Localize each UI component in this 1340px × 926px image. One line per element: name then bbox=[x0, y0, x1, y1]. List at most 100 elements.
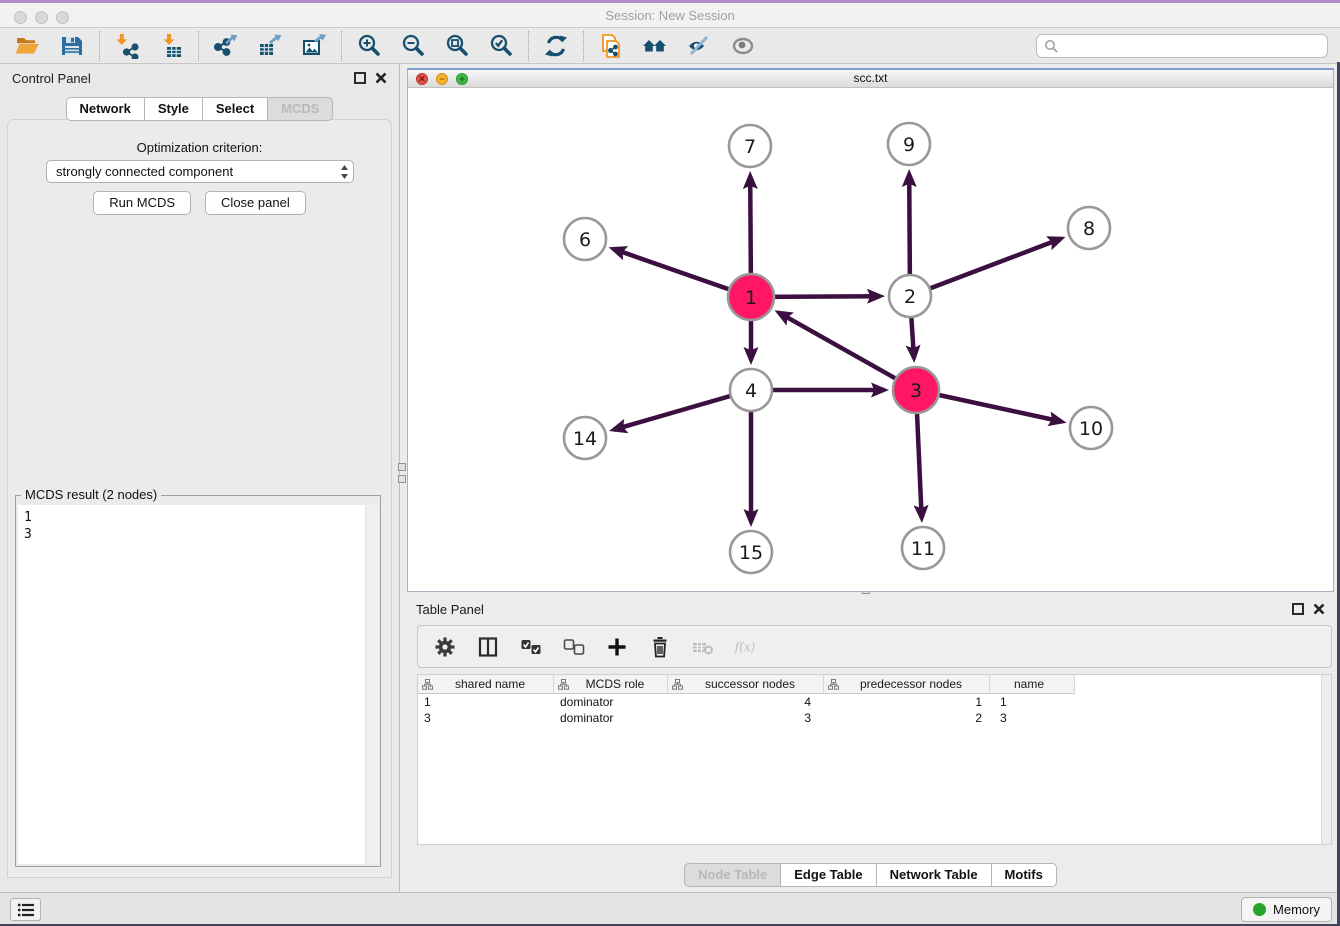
graph-node-11[interactable]: 11 bbox=[902, 527, 944, 569]
result-scrollbar[interactable] bbox=[365, 505, 378, 864]
graph-node-6[interactable]: 6 bbox=[564, 218, 606, 260]
export-network-icon[interactable] bbox=[212, 32, 240, 60]
cell-name[interactable]: 3 bbox=[990, 710, 1075, 726]
refresh-layout-icon[interactable] bbox=[542, 32, 570, 60]
column-header-shared-name[interactable]: shared name bbox=[418, 675, 554, 694]
open-session-icon[interactable] bbox=[14, 32, 42, 60]
svg-text:10: 10 bbox=[1079, 418, 1103, 440]
criterion-dropdown[interactable]: strongly connected component bbox=[46, 160, 354, 183]
search-box[interactable] bbox=[1036, 34, 1328, 58]
import-network-icon[interactable] bbox=[113, 32, 141, 60]
save-session-icon[interactable] bbox=[58, 32, 86, 60]
table-tabs: Node Table Edge Table Network Table Moti… bbox=[407, 863, 1334, 887]
tab-network[interactable]: Network bbox=[66, 97, 145, 121]
close-panel-icon[interactable] bbox=[1313, 603, 1325, 615]
cell-mcds-role[interactable]: dominator bbox=[554, 694, 668, 710]
cell-predecessor-nodes[interactable]: 1 bbox=[824, 694, 990, 710]
float-panel-icon[interactable] bbox=[354, 72, 366, 84]
column-header-name[interactable]: name bbox=[990, 675, 1075, 694]
cell-shared-name[interactable]: 3 bbox=[418, 710, 554, 726]
table-row[interactable]: 1 dominator 4 1 1 bbox=[418, 694, 1331, 710]
import-table-icon[interactable] bbox=[157, 32, 185, 60]
tab-network-table[interactable]: Network Table bbox=[877, 863, 992, 887]
cell-shared-name[interactable]: 1 bbox=[418, 694, 554, 710]
graph-node-4[interactable]: 4 bbox=[730, 369, 772, 411]
zoom-fit-icon[interactable] bbox=[443, 32, 471, 60]
float-panel-icon[interactable] bbox=[1292, 603, 1304, 615]
cell-name[interactable]: 1 bbox=[990, 694, 1075, 710]
deselect-all-icon[interactable] bbox=[562, 635, 586, 659]
graph-edge-2-8[interactable] bbox=[910, 239, 1061, 296]
memory-button[interactable]: Memory bbox=[1241, 897, 1332, 922]
column-header-mcds-role[interactable]: MCDS role bbox=[554, 675, 668, 694]
control-panel-tabs: Network Style Select MCDS bbox=[0, 97, 399, 121]
clone-network-icon[interactable] bbox=[597, 32, 625, 60]
node-table: shared name MCDS role successor nodes pr… bbox=[417, 674, 1332, 845]
window-titlebar: Session: New Session bbox=[0, 0, 1340, 28]
tab-select[interactable]: Select bbox=[203, 97, 268, 121]
search-icon bbox=[1044, 39, 1058, 53]
table-scrollbar[interactable] bbox=[1321, 675, 1331, 844]
show-eye-icon[interactable] bbox=[729, 32, 757, 60]
svg-text:3: 3 bbox=[910, 380, 922, 402]
column-header-successor-nodes[interactable]: successor nodes bbox=[668, 675, 824, 694]
graph-node-1[interactable]: 1 bbox=[728, 274, 774, 320]
network-minimize-button[interactable]: − bbox=[436, 73, 448, 85]
graph-node-3[interactable]: 3 bbox=[893, 367, 939, 413]
export-image-icon[interactable] bbox=[300, 32, 328, 60]
mcds-result-box: MCDS result (2 nodes) 1 3 bbox=[15, 495, 381, 867]
table-row[interactable]: 3 dominator 3 2 3 bbox=[418, 710, 1331, 726]
tab-mcds[interactable]: MCDS bbox=[268, 97, 333, 121]
zoom-out-icon[interactable] bbox=[399, 32, 427, 60]
tab-style[interactable]: Style bbox=[145, 97, 203, 121]
select-all-icon[interactable] bbox=[519, 635, 543, 659]
graph-node-10[interactable]: 10 bbox=[1070, 407, 1112, 449]
task-history-button[interactable] bbox=[10, 898, 41, 921]
column-header-predecessor-nodes[interactable]: predecessor nodes bbox=[824, 675, 990, 694]
tab-node-table[interactable]: Node Table bbox=[684, 863, 781, 887]
vertical-splitter-grip[interactable] bbox=[398, 463, 406, 471]
cell-successor-nodes[interactable]: 4 bbox=[668, 694, 824, 710]
table-panel-title: Table Panel bbox=[416, 602, 484, 617]
gear-icon[interactable] bbox=[433, 635, 457, 659]
network-canvas[interactable]: 7 9 6 8 1 2 4 3 14 10 15 11 bbox=[408, 88, 1333, 592]
graph-node-14[interactable]: 14 bbox=[564, 417, 606, 459]
svg-text:1: 1 bbox=[745, 287, 757, 309]
close-panel-icon[interactable] bbox=[375, 72, 387, 84]
cell-predecessor-nodes[interactable]: 2 bbox=[824, 710, 990, 726]
cell-successor-nodes[interactable]: 3 bbox=[668, 710, 824, 726]
main-toolbar bbox=[0, 28, 1340, 64]
run-mcds-button[interactable]: Run MCDS bbox=[93, 191, 191, 215]
control-panel: Control Panel Network Style Select MCDS … bbox=[0, 64, 400, 892]
vertical-splitter-grip[interactable] bbox=[398, 475, 406, 483]
graph-node-8[interactable]: 8 bbox=[1068, 207, 1110, 249]
svg-text:6: 6 bbox=[579, 229, 591, 251]
search-input[interactable] bbox=[1063, 37, 1320, 54]
split-column-icon[interactable] bbox=[476, 635, 500, 659]
optimization-criterion-label: Optimization criterion: bbox=[8, 140, 391, 155]
svg-text:11: 11 bbox=[911, 538, 935, 560]
cell-mcds-role[interactable]: dominator bbox=[554, 710, 668, 726]
network-window-titlebar[interactable]: ✕ − + scc.txt bbox=[408, 70, 1333, 88]
delete-icon[interactable] bbox=[648, 635, 672, 659]
column-edit-icon bbox=[422, 679, 433, 690]
svg-text:14: 14 bbox=[573, 428, 597, 450]
network-zoom-button[interactable]: + bbox=[456, 73, 468, 85]
tab-edge-table[interactable]: Edge Table bbox=[781, 863, 876, 887]
zoom-selected-icon[interactable] bbox=[487, 32, 515, 60]
zoom-in-icon[interactable] bbox=[355, 32, 383, 60]
hide-selected-icon[interactable] bbox=[685, 32, 713, 60]
graph-node-7[interactable]: 7 bbox=[729, 125, 771, 167]
export-table-icon[interactable] bbox=[256, 32, 284, 60]
window-title: Session: New Session bbox=[0, 8, 1340, 23]
add-icon[interactable] bbox=[605, 635, 629, 659]
tab-motifs[interactable]: Motifs bbox=[992, 863, 1057, 887]
network-close-button[interactable]: ✕ bbox=[416, 73, 428, 85]
first-neighbors-icon[interactable] bbox=[641, 32, 669, 60]
graph-node-9[interactable]: 9 bbox=[888, 123, 930, 165]
dropdown-stepper-icon bbox=[340, 164, 349, 180]
graph-node-2[interactable]: 2 bbox=[889, 275, 931, 317]
graph-node-15[interactable]: 15 bbox=[730, 531, 772, 573]
mcds-result-textarea[interactable]: 1 3 bbox=[18, 505, 378, 864]
close-panel-button[interactable]: Close panel bbox=[205, 191, 306, 215]
